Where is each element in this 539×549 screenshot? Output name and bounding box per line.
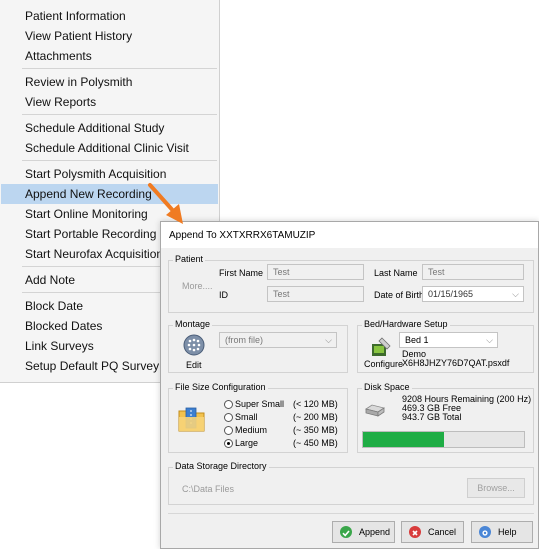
append-recording-dialog: Append To XXTXRRX6TAMUZIP Patient First …: [160, 221, 539, 549]
file-size-group-label: File Size Configuration: [173, 382, 268, 392]
menu-separator: [22, 160, 217, 161]
disk-total: 943.7 GB Total: [402, 412, 462, 422]
dialog-titlebar: Append To XXTXRRX6TAMUZIP: [161, 222, 538, 248]
radio-medium[interactable]: [224, 426, 233, 435]
cancel-button-label: Cancel: [428, 527, 457, 537]
browse-button[interactable]: Browse...: [467, 478, 525, 498]
menu-item-start-polysmith-acquisition[interactable]: Start Polysmith Acquisition: [1, 164, 218, 184]
option-medium-size: (~ 350 MB): [293, 425, 338, 435]
data-storage-path[interactable]: C:\Data Files: [182, 484, 234, 494]
help-icon: [479, 526, 491, 538]
date-of-birth-value: 01/15/1965: [428, 289, 474, 299]
date-of-birth-label: Date of Birth: [374, 290, 425, 300]
option-medium-label[interactable]: Medium: [235, 425, 267, 435]
montage-group: Montage Edit (from file) ⌵: [168, 319, 348, 373]
first-name-label: First Name: [219, 268, 264, 278]
option-super-small-size: (< 120 MB): [293, 399, 338, 409]
data-storage-group: Data Storage Directory C:\Data Files Bro…: [168, 461, 534, 505]
first-name-field[interactable]: Test: [267, 264, 364, 280]
montage-edit-icon[interactable]: [183, 334, 205, 356]
file-size-group: File Size Configuration Super Small (< 1…: [168, 382, 348, 453]
montage-edit-label[interactable]: Edit: [186, 360, 202, 370]
chevron-down-icon[interactable]: ⌵: [512, 287, 519, 301]
disk-space-group-label: Disk Space: [362, 382, 412, 392]
menu-separator: [22, 68, 217, 69]
bed-hardware-group-label: Bed/Hardware Setup: [362, 319, 450, 329]
bed-hardware-group: Bed/Hardware Setup Configure Bed 1 ⌵ Dem…: [357, 319, 534, 373]
montage-group-label: Montage: [173, 319, 213, 329]
radio-super-small[interactable]: [224, 400, 233, 409]
data-storage-group-label: Data Storage Directory: [173, 461, 269, 471]
cancel-icon: [409, 526, 421, 538]
menu-item-attachments[interactable]: Attachments: [1, 46, 218, 66]
radio-large[interactable]: [224, 439, 233, 448]
check-icon: [340, 526, 352, 538]
montage-select[interactable]: (from file) ⌵: [219, 332, 337, 348]
bed-info-line2: X6H8JHZY76D7QAT.psxdf: [402, 358, 510, 368]
chevron-down-icon: ⌵: [325, 335, 332, 345]
menu-item-view-reports[interactable]: View Reports: [1, 92, 218, 112]
divider: [168, 513, 534, 514]
bed-select-value: Bed 1: [405, 335, 429, 345]
option-large-label[interactable]: Large: [235, 438, 258, 448]
menu-item-schedule-additional-clinic-visit[interactable]: Schedule Additional Clinic Visit: [1, 138, 218, 158]
folder-zip-icon: [177, 404, 207, 434]
patient-group: Patient First Name Test Last Name Test M…: [168, 254, 534, 313]
more-link[interactable]: More....: [182, 281, 213, 291]
menu-item-schedule-additional-study[interactable]: Schedule Additional Study: [1, 118, 218, 138]
id-field[interactable]: Test: [267, 286, 364, 302]
bed-select[interactable]: Bed 1 ⌵: [399, 332, 498, 348]
option-small-label[interactable]: Small: [235, 412, 258, 422]
menu-item-append-new-recording[interactable]: Append New Recording: [1, 184, 218, 204]
patient-group-label: Patient: [173, 254, 206, 264]
radio-small[interactable]: [224, 413, 233, 422]
date-of-birth-picker[interactable]: 01/15/1965 ⌵: [422, 286, 524, 302]
append-button[interactable]: Append: [332, 521, 395, 543]
id-label: ID: [219, 290, 228, 300]
hard-drive-icon: [364, 403, 386, 419]
configure-icon[interactable]: [370, 336, 392, 358]
option-large-size: (~ 450 MB): [293, 438, 338, 448]
option-small-size: (~ 200 MB): [293, 412, 338, 422]
disk-usage-fill: [363, 432, 444, 447]
help-button-label: Help: [498, 527, 517, 537]
cancel-button[interactable]: Cancel: [401, 521, 464, 543]
last-name-label: Last Name: [374, 268, 418, 278]
menu-item-review-in-polysmith[interactable]: Review in Polysmith: [1, 72, 218, 92]
montage-select-value: (from file): [225, 335, 263, 345]
configure-label[interactable]: Configure: [364, 359, 403, 369]
menu-separator: [22, 114, 217, 115]
menu-item-patient-information[interactable]: Patient Information: [1, 6, 218, 26]
menu-item-view-patient-history[interactable]: View Patient History: [1, 26, 218, 46]
disk-usage-bar: [362, 431, 525, 448]
append-button-label: Append: [359, 527, 391, 537]
last-name-field[interactable]: Test: [422, 264, 524, 280]
chevron-down-icon: ⌵: [486, 335, 493, 345]
option-super-small-label[interactable]: Super Small: [235, 399, 284, 409]
help-button[interactable]: Help: [471, 521, 533, 543]
dialog-title: Append To XXTXRRX6TAMUZIP: [169, 230, 316, 241]
